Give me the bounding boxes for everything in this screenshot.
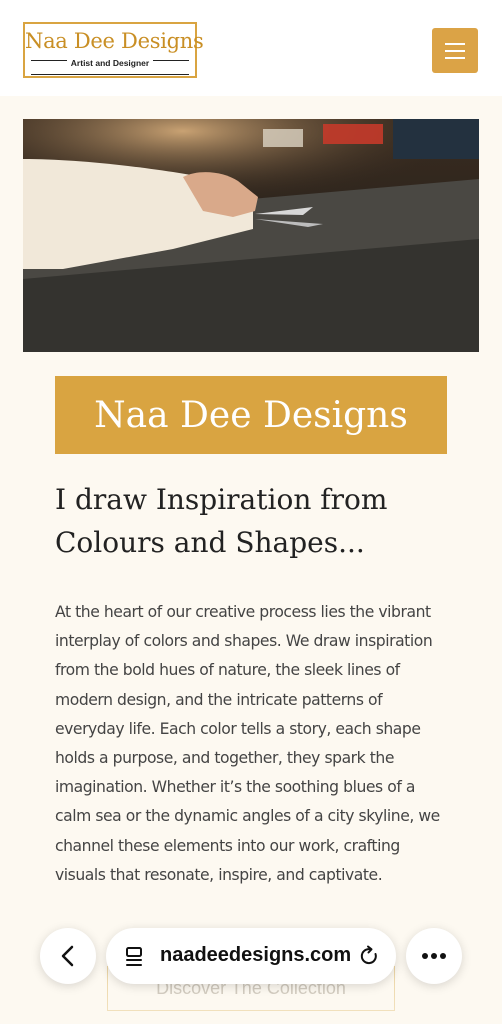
page-tabs-icon[interactable]: [124, 946, 144, 968]
heading-line-1: I draw Inspiration from: [55, 483, 388, 516]
logo-title: Naa Dee Designs: [25, 29, 204, 53]
hero-image: [23, 119, 479, 352]
intro-paragraph: At the heart of our creative process lie…: [55, 603, 440, 884]
logo-rule-bottom: [31, 74, 189, 75]
back-arrow-icon: [61, 945, 74, 967]
site-logo[interactable]: Naa Dee Designs Artist and Designer: [23, 22, 204, 78]
reload-icon[interactable]: [358, 945, 380, 967]
menu-button[interactable]: [432, 28, 478, 73]
section-heading: I draw Inspiration from Colours and Shap…: [55, 478, 455, 564]
logo-subtitle: Artist and Designer: [25, 58, 195, 68]
hero-photo: [23, 119, 479, 352]
page-title: Naa Dee Designs: [94, 394, 408, 436]
address-bar[interactable]: naadeedesigns.com: [106, 928, 396, 984]
site-header: Naa Dee Designs Artist and Designer: [0, 0, 502, 96]
title-banner: Naa Dee Designs: [55, 376, 447, 454]
browser-more-button[interactable]: [406, 928, 462, 984]
browser-back-button[interactable]: [40, 928, 96, 984]
heading-line-2: Colours and Shapes...: [55, 526, 365, 559]
more-dots-icon: [422, 953, 446, 959]
url-text[interactable]: naadeedesigns.com: [160, 944, 351, 967]
